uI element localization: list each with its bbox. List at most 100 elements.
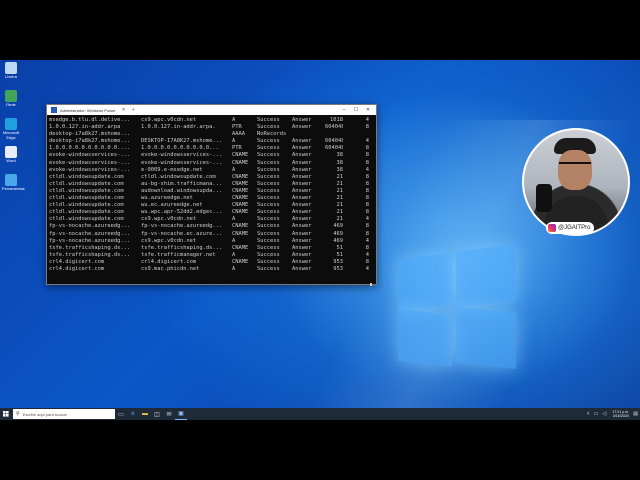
terminal-line: ctldl.windowsupdate.com wu.azureedge.net C… — [49, 195, 376, 202]
desktop-shortcut-label: Lixeira — [5, 74, 17, 79]
dns-section: Answer — [292, 180, 312, 187]
dns-section: Answer — [292, 145, 312, 152]
terminal-line: 1.0.0.127.in-addr.arpa 1.0.0.127.in-addr.… — [49, 124, 376, 131]
dns-status: Success — [257, 159, 280, 166]
dns-length: 4 — [365, 117, 369, 123]
dns-status: Success — [257, 152, 280, 159]
dns-data: evoke-windowsservices-... — [141, 159, 223, 166]
tool-icon — [5, 174, 17, 186]
dns-length: 8 — [365, 258, 369, 265]
dns-section: Answer — [292, 195, 312, 202]
terminal-line: ctldl.windowsupdate.com wu.wpc.apr-52dd2.… — [49, 209, 376, 216]
close-icon[interactable]: ✕ — [362, 105, 374, 115]
desktop-shortcut[interactable]: Rede — [2, 90, 20, 107]
terminal-line: ctldl.windowsupdate.com wu.ec.azureedge.n… — [49, 202, 376, 209]
terminal-line: evoke-windowsservices-... e-0009.e-msedge… — [49, 167, 376, 174]
volume-icon[interactable]: ◁ — [602, 411, 606, 417]
dns-name: ctldl.windowsupdate.com — [49, 173, 124, 180]
dns-status: Success — [257, 237, 280, 244]
dns-status: Success — [257, 216, 280, 223]
dns-type: CNAME — [232, 195, 249, 202]
microphone-icon — [536, 184, 552, 212]
dns-name: evoke-windowsservices-... — [49, 166, 131, 173]
dns-data: cs9.wpc.v0cdn.net — [141, 237, 197, 244]
dns-ttl: 21 — [336, 180, 344, 187]
file-explorer-icon[interactable]: ▬ — [139, 408, 151, 420]
desktop-shortcut[interactable]: Microsoft Edge — [2, 118, 20, 140]
terminal-line: ctldl.windowsupdate.com au-bg-shim.traffi… — [49, 181, 376, 188]
dns-data: DESKTOP-I7A8K27.mshome... — [141, 138, 223, 145]
dns-status: Success — [257, 138, 280, 145]
desktop-shortcut-label: Rede — [6, 102, 16, 107]
recycle-bin-icon — [5, 62, 17, 74]
task-view-icon[interactable]: ▭ — [115, 408, 127, 420]
dns-status: Success — [257, 173, 280, 180]
dns-ttl: 21 — [336, 173, 344, 180]
dns-name: ctldl.windowsupdate.com — [49, 216, 124, 223]
dns-ttl: 1018 — [330, 117, 343, 123]
dns-name: ctldl.windowsupdate.com — [49, 180, 124, 187]
window-controls: – ☐ ✕ — [338, 105, 374, 115]
desktop-shortcut[interactable]: Lixeira — [2, 62, 20, 79]
new-tab-icon[interactable]: + — [132, 107, 135, 113]
dns-status: Success — [257, 223, 280, 230]
dns-length: 4 — [365, 216, 369, 223]
dns-length: 8 — [365, 152, 369, 159]
window-title-bar[interactable]: Administrador: Windows Power ✕ + – ☐ ✕ — [47, 105, 376, 115]
dns-section: Answer — [292, 202, 312, 209]
dns-type: CNAME — [232, 258, 249, 265]
dns-type: AAAA — [232, 131, 245, 138]
dns-section: Answer — [292, 152, 312, 159]
dns-section: Answer — [292, 223, 312, 230]
dns-length: 8 — [365, 173, 369, 180]
desktop-shortcut-label: Word — [6, 158, 16, 163]
dns-type: CNAME — [232, 209, 249, 216]
dns-name: desktop-i7a8k27.mshome... — [49, 131, 131, 138]
terminal-line: fp-vs-nocache.azureedg... fp-vs-nocache.a… — [49, 223, 376, 230]
dns-data: wu.ec.azureedge.net — [141, 202, 203, 209]
clock[interactable]: 17:21 p.m. 4/16/2020 — [612, 410, 629, 419]
network-icon — [5, 90, 17, 102]
dns-type: PTR — [232, 124, 242, 131]
desktop-shortcut[interactable]: Ferramentas — [2, 174, 25, 191]
mail-icon[interactable]: ✉ — [163, 408, 175, 420]
network-tray-icon[interactable]: ▭ — [594, 411, 599, 417]
dns-length: 4 — [365, 265, 369, 272]
desktop-shortcut-label: Ferramentas — [2, 186, 25, 191]
store-icon[interactable]: ◫ — [151, 408, 163, 420]
dns-section: Answer — [292, 237, 312, 244]
dns-name: evoke-windowsservices-... — [49, 159, 131, 166]
dns-type: CNAME — [232, 230, 249, 237]
minimize-icon[interactable]: – — [338, 105, 350, 115]
dns-type: CNAME — [232, 180, 249, 187]
dns-section: Answer — [292, 251, 312, 258]
maximize-icon[interactable]: ☐ — [350, 105, 362, 115]
dns-type: A — [232, 216, 236, 223]
dns-ttl: 469 — [333, 223, 343, 230]
dns-data: crl4.digicert.com — [141, 258, 197, 265]
notifications-icon[interactable]: ▤ — [633, 411, 638, 417]
edge-taskbar-icon[interactable]: e — [127, 408, 139, 420]
tab-close-icon[interactable]: ✕ — [122, 107, 126, 113]
powershell-window[interactable]: Administrador: Windows Power ✕ + – ☐ ✕ m… — [46, 104, 377, 285]
powershell-taskbar-icon[interactable]: ▣ — [175, 408, 187, 420]
dns-data: cs9.wpc.v0cdn.net — [141, 117, 197, 123]
dns-type: CNAME — [232, 152, 249, 159]
social-handle: @JGAITPro — [558, 225, 591, 231]
dns-length: 4 — [365, 251, 369, 258]
dns-ttl: 21 — [336, 187, 344, 194]
tray-chevron-icon[interactable]: ˄ — [587, 411, 590, 417]
windows-logo-wallpaper — [398, 244, 516, 370]
desktop: Lixeira Rede Microsoft Edge Word Ferramentas… — [0, 60, 640, 420]
desktop-shortcut[interactable]: Word — [2, 146, 20, 163]
dns-length: 8 — [365, 145, 369, 152]
start-button[interactable] — [0, 408, 12, 420]
dns-data: ctldl.windowsupdate.com — [141, 173, 216, 180]
taskbar-search-box[interactable]: ⚲ Escribe aqui para buscar — [13, 409, 115, 419]
terminal-line: evoke-windowsservices-... evoke-windowsse… — [49, 160, 376, 167]
dns-ttl: 38 — [336, 166, 344, 173]
dns-name: msedge.b.tlu.dl.delive... — [49, 117, 131, 123]
dns-type: CNAME — [232, 159, 249, 166]
dns-status: Success — [257, 209, 280, 216]
terminal-output[interactable]: msedge.b.tlu.dl.delive... cs9.wpc.v0cdn.n… — [47, 115, 376, 273]
